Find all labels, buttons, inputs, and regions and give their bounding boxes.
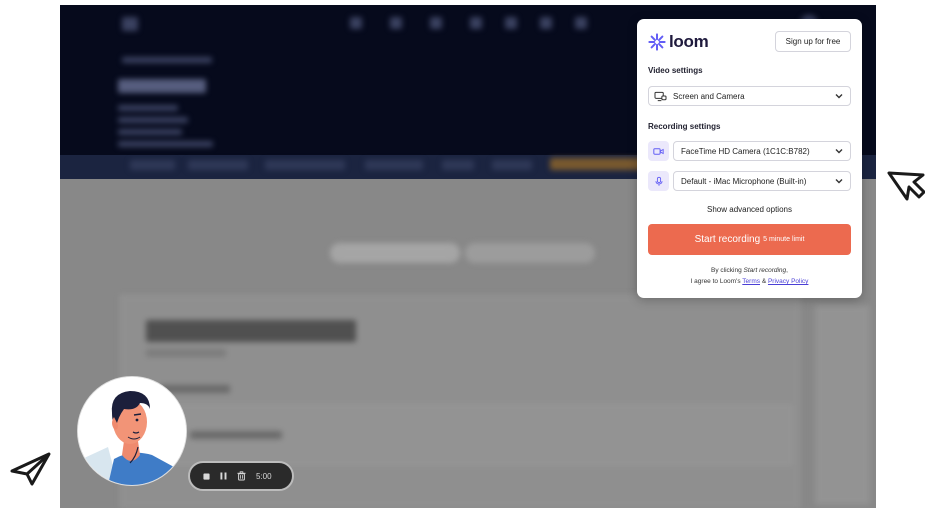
camera-toggle[interactable]	[648, 141, 669, 161]
loom-settings-panel: loom Sign up for free Video settings Scr…	[637, 19, 862, 298]
signup-button[interactable]: Sign up for free	[775, 31, 851, 52]
show-advanced-options-link[interactable]: Show advanced options	[637, 205, 862, 214]
camera-select[interactable]: FaceTime HD Camera (1C1C:B782)	[673, 141, 851, 161]
start-recording-limit: 5 minute limit	[763, 236, 805, 243]
pause-icon	[220, 472, 227, 480]
stop-button[interactable]	[203, 472, 210, 480]
legal-suffix: ,	[786, 267, 788, 274]
microphone-icon	[655, 176, 662, 186]
pause-button[interactable]	[220, 472, 227, 480]
recording-settings-label: Recording settings	[648, 122, 721, 131]
chevron-down-icon	[835, 149, 843, 154]
legal-agree-text: I agree to Loom's	[690, 278, 741, 285]
video-settings-label: Video settings	[648, 66, 703, 75]
stop-icon	[203, 472, 210, 480]
privacy-policy-link[interactable]: Privacy Policy	[768, 278, 808, 285]
video-source-select[interactable]: Screen and Camera	[648, 86, 851, 106]
person-avatar-icon	[78, 377, 186, 485]
stage: loom Sign up for free Video settings Scr…	[0, 0, 925, 508]
legal-line-1: By clicking Start recording,	[637, 267, 862, 274]
camera-value: FaceTime HD Camera (1C1C:B782)	[681, 146, 810, 156]
recording-controls: 5:00	[188, 461, 294, 491]
chevron-down-icon	[835, 179, 843, 184]
recording-timer: 5:00	[256, 471, 272, 481]
microphone-select[interactable]: Default - iMac Microphone (Built-in)	[673, 171, 851, 191]
paper-plane-icon	[10, 452, 51, 486]
legal-prefix: By clicking	[711, 267, 742, 274]
video-source-value: Screen and Camera	[673, 91, 745, 101]
microphone-value: Default - iMac Microphone (Built-in)	[681, 176, 807, 186]
legal-emphasis: Start recording	[743, 267, 787, 274]
start-recording-button[interactable]: Start recording 5 minute limit	[648, 224, 851, 255]
camera-icon	[653, 147, 664, 155]
terms-link[interactable]: Terms	[742, 278, 760, 285]
trash-icon	[237, 471, 246, 481]
loom-logo: loom	[648, 32, 709, 52]
start-recording-label: Start recording	[694, 234, 761, 245]
loom-logo-icon	[648, 33, 666, 51]
camera-bubble-avatar[interactable]	[78, 377, 186, 485]
loom-logo-text: loom	[669, 32, 709, 51]
cursor-arrow-icon	[887, 171, 925, 201]
monitor-camera-icon	[654, 91, 667, 101]
microphone-toggle[interactable]	[648, 171, 669, 191]
chevron-down-icon	[835, 94, 843, 99]
delete-button[interactable]	[237, 471, 246, 481]
legal-line-2: I agree to Loom's Terms & Privacy Policy	[637, 278, 862, 285]
legal-ampersand: &	[761, 278, 767, 285]
